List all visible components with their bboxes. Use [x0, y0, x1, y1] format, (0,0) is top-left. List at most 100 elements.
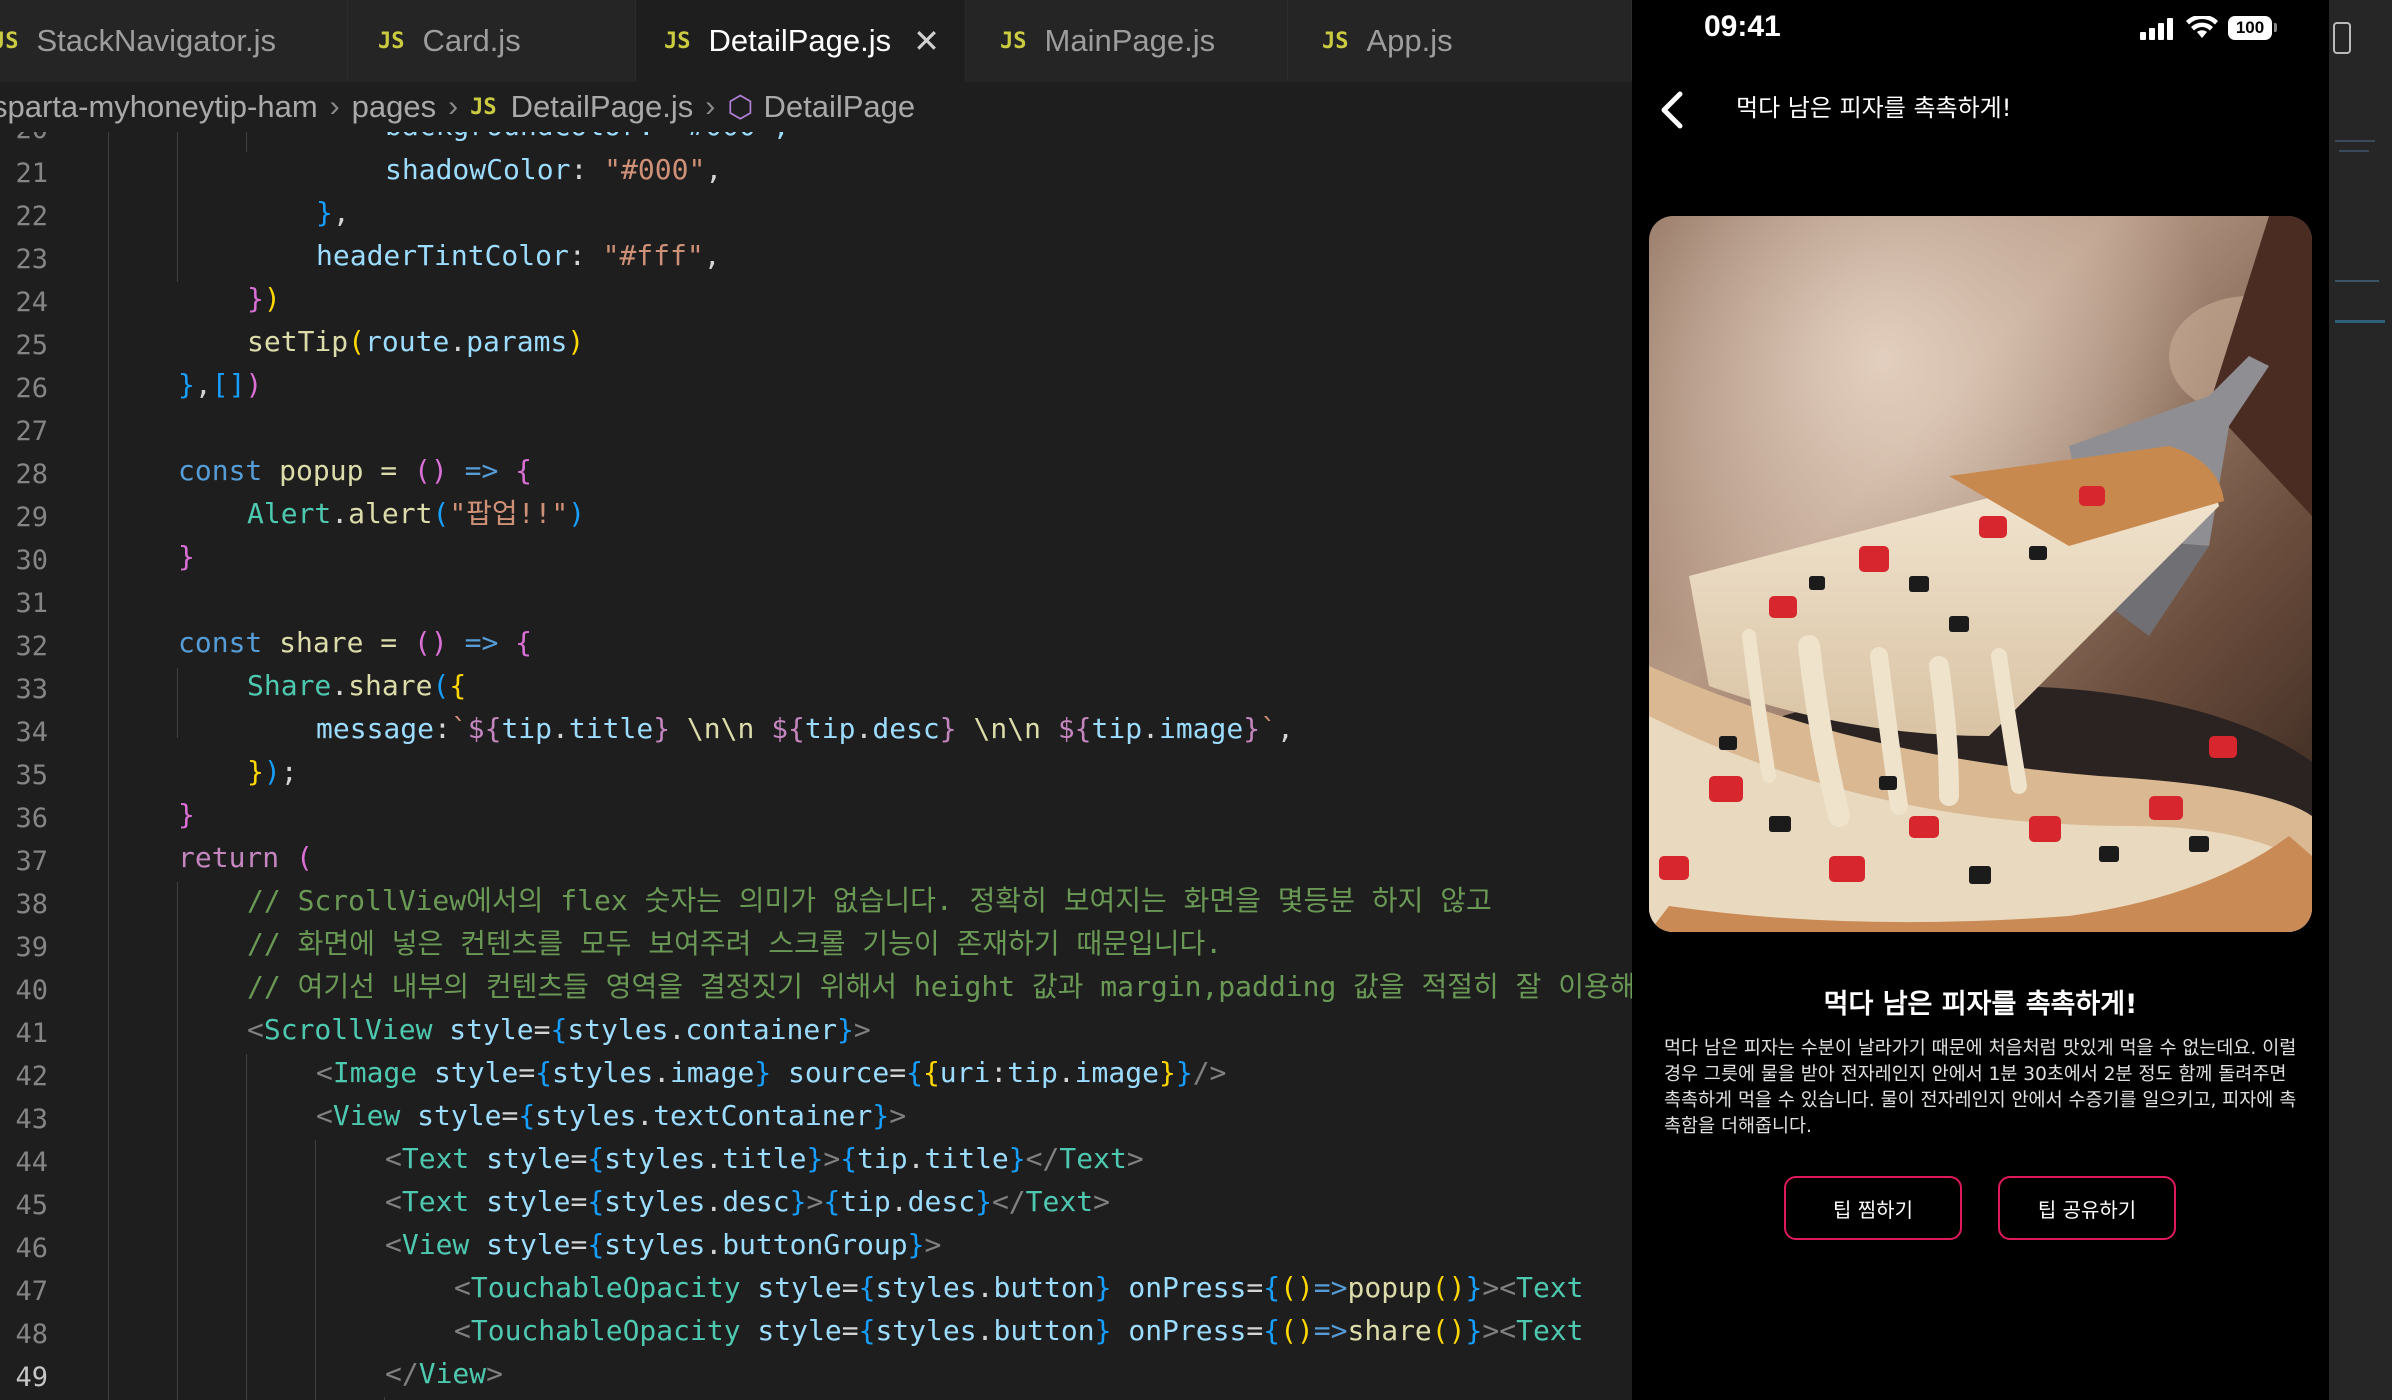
code-line-28: const popup = () => {: [178, 454, 533, 487]
side-panel: [2329, 0, 2392, 1400]
line-number: 33: [15, 674, 48, 705]
code-line-35: });: [247, 755, 298, 788]
code-line-36: }: [178, 798, 195, 831]
line-number: 34: [15, 717, 48, 748]
js-file-icon: JS: [378, 28, 405, 54]
code-line-25: setTip(route.params): [247, 325, 585, 358]
code-line-34: message:`${tip.title} \n\n ${tip.desc} \…: [316, 712, 1294, 745]
line-number-current: 49: [15, 1362, 48, 1393]
code-line-38: // ScrollView에서의 flex 숫자는 의미가 없습니다. 정확히 …: [247, 884, 1492, 917]
line-number: 20: [0, 132, 48, 145]
code-area[interactable]: 20 21 22 23 24 25 26 27 28 29 30 31 32 3…: [0, 132, 1632, 1400]
minimap[interactable]: [2331, 130, 2390, 350]
code-line-33: Share.share({: [247, 669, 467, 702]
line-number: 36: [15, 803, 48, 834]
tab-app[interactable]: JS App.js: [1288, 0, 1632, 82]
line-number: 35: [15, 760, 48, 791]
share-tip-label: 팁 공유하기: [2037, 1197, 2137, 1222]
indent-guide: [177, 668, 178, 738]
code-line-48: <TouchableOpacity style={styles.button} …: [454, 1314, 1584, 1347]
status-bar: 09:41 100: [1632, 0, 2329, 60]
line-number: 39: [15, 932, 48, 963]
line-number: 25: [15, 330, 48, 361]
tab-label: DetailPage.js: [708, 23, 892, 58]
indent-guide: [246, 132, 247, 152]
breadcrumb-symbol[interactable]: DetailPage: [763, 89, 915, 125]
line-number: 27: [15, 416, 48, 447]
line-number: 44: [15, 1147, 48, 1178]
pizza-photo: [1649, 216, 2312, 932]
tab-mainpage[interactable]: JS MainPage.js: [966, 0, 1288, 82]
breadcrumb-folder[interactable]: pages: [352, 89, 436, 125]
js-file-icon: JS: [664, 28, 691, 54]
code-line-30: }: [178, 540, 195, 573]
code-line-37: return (: [178, 841, 313, 874]
battery-cap: [2274, 23, 2277, 32]
indent-guide: [315, 1140, 316, 1400]
js-file-icon: JS: [1000, 28, 1027, 54]
indent-guide: [246, 1054, 247, 1400]
share-tip-button[interactable]: 팁 공유하기: [1998, 1176, 2176, 1240]
line-number: 23: [15, 244, 48, 275]
breadcrumb-root[interactable]: sparta-myhoneytip-ham: [0, 89, 318, 125]
js-file-icon: JS: [470, 94, 497, 120]
tab-detailpage[interactable]: JS DetailPage.js ✕: [636, 0, 966, 82]
battery-level: 100: [2235, 18, 2265, 37]
editor-tab-bar: JS StackNavigator.js JS Card.js JS Detai…: [0, 0, 1632, 83]
phone-simulator: 09:41 100 먹다 남은 피자를 촉촉하게! 먹다 남은 피자를 촉촉하게…: [1632, 0, 2329, 1400]
code-line-45: <Text style={styles.desc}>{tip.desc}</Te…: [385, 1185, 1110, 1218]
symbol-class-icon: ⬡: [727, 90, 754, 124]
code-line-43: <View style={styles.textContainer}>: [316, 1099, 907, 1132]
breadcrumb: sparta-myhoneytip-ham › pages › JS Detai…: [0, 82, 1632, 132]
code-line-40: // 여기선 내부의 컨텐츠들 영역을 결정짓기 위해서 height 값과 m…: [247, 970, 1632, 1003]
code-line-47: <TouchableOpacity style={styles.button} …: [454, 1271, 1584, 1304]
line-number: 48: [15, 1319, 48, 1350]
code-line-41: <ScrollView style={styles.container}>: [247, 1013, 871, 1046]
line-number: 32: [15, 631, 48, 662]
line-number: 43: [15, 1104, 48, 1135]
line-number: 46: [15, 1233, 48, 1264]
pizza-image: [1649, 216, 2312, 932]
code-line-42: <Image style={styles.image} source={{uri…: [316, 1056, 1227, 1089]
line-number: 47: [15, 1276, 48, 1307]
tab-label: MainPage.js: [1044, 23, 1216, 58]
line-number: 24: [15, 287, 48, 318]
line-number-gutter: 20 21 22 23 24 25 26 27 28 29 30 31 32 3…: [0, 132, 60, 1400]
tip-title: 먹다 남은 피자를 촉촉하게!: [1823, 989, 2138, 1020]
line-number: 38: [15, 889, 48, 920]
code-line-49: </View>: [385, 1357, 504, 1390]
line-number: 37: [15, 846, 48, 877]
signal-icon: [2140, 18, 2173, 40]
code-line-44: <Text style={styles.title}>{tip.title}</…: [385, 1142, 1144, 1175]
indent-guide: [177, 882, 178, 1400]
line-number: 30: [15, 545, 48, 576]
chevron-right-icon: ›: [448, 90, 459, 123]
code-line-21: shadowColor: "#000",: [385, 153, 723, 186]
tab-stacknavigator[interactable]: JS StackNavigator.js: [0, 0, 348, 82]
line-number: 45: [15, 1190, 48, 1221]
code-line-39: // 화면에 넣은 컨텐츠를 모두 보여주려 스크롤 기능이 존재하기 때문입니…: [247, 927, 1223, 960]
code-line-26: },[]): [178, 368, 263, 401]
phone-frame-icon[interactable]: [2333, 22, 2351, 54]
indent-guide: [177, 132, 178, 282]
code-line-22: },: [316, 196, 350, 229]
breadcrumb-file[interactable]: DetailPage.js: [511, 89, 694, 125]
indent-guide: [108, 132, 109, 1400]
tab-card[interactable]: JS Card.js: [348, 0, 636, 82]
save-tip-button[interactable]: 팁 찜하기: [1784, 1176, 1962, 1240]
line-number: 40: [15, 975, 48, 1006]
line-number: 26: [15, 373, 48, 404]
code-line-29: Alert.alert("팝업!!"): [247, 497, 586, 530]
battery-icon: 100: [2228, 16, 2272, 40]
back-arrow-icon[interactable]: [1642, 80, 1702, 140]
tip-description: 먹다 남은 피자는 수분이 날라가기 때문에 처음처럼 맛있게 먹을 수 없는데…: [1664, 1038, 2297, 1137]
code-line-20: backgroundColor: "#000",: [385, 132, 790, 147]
tab-label: StackNavigator.js: [36, 23, 277, 58]
code-line-46: <View style={styles.buttonGroup}>: [385, 1228, 942, 1261]
tab-label: App.js: [1366, 23, 1453, 58]
chevron-right-icon: ›: [329, 90, 340, 123]
close-icon[interactable]: ✕: [913, 22, 940, 60]
code-line-32: const share = () => {: [178, 626, 533, 659]
line-number: 28: [15, 459, 48, 490]
code-line-24: }): [247, 282, 281, 315]
